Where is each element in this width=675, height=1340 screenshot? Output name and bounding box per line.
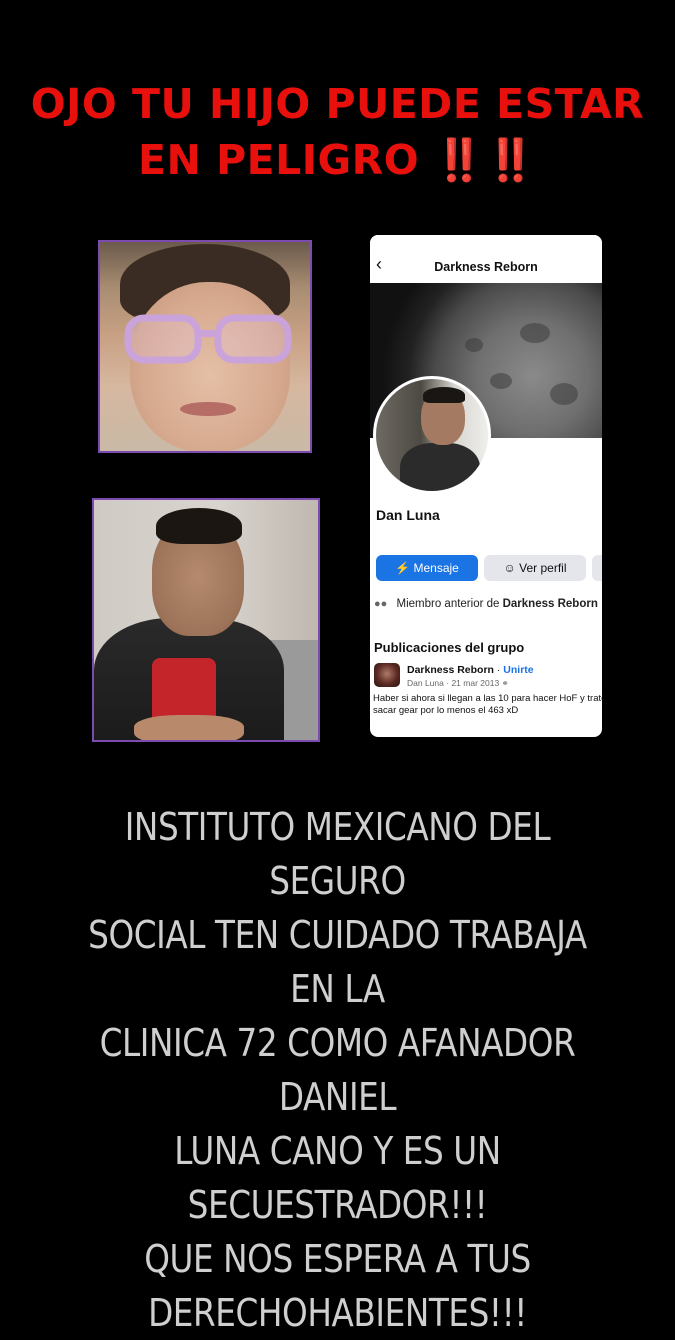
post-text: Haber si ahora si llegan a las 10 para h…: [373, 693, 602, 716]
group-avatar[interactable]: [374, 663, 400, 687]
member-info: ●● Miembro anterior de Darkness Reborn: [374, 598, 598, 610]
post-meta: Dan Luna · 21 mar 2013 ⚭: [407, 678, 509, 688]
warning-line: DERECHOHABIENTES!!!: [148, 1291, 527, 1335]
warning-line: CLINICA 72 COMO AFANADOR DANIEL: [99, 1021, 576, 1119]
message-button-label: Mensaje: [413, 561, 459, 575]
globe-icon: ⚭: [501, 678, 509, 688]
headline-line-2: EN PELIGRO ‼️‼️: [138, 136, 537, 184]
child-photo: [98, 240, 312, 453]
profile-icon: ☺: [503, 561, 516, 575]
member-group-name[interactable]: Darkness Reborn: [503, 598, 598, 610]
fb-header-bar: [370, 235, 602, 283]
glasses-shape: [124, 314, 292, 364]
profile-name: Dan Luna: [376, 507, 440, 523]
post-author[interactable]: Dan Luna: [407, 678, 444, 688]
member-label: Miembro anterior de: [396, 598, 500, 610]
more-button[interactable]: [592, 555, 602, 581]
warning-line: QUE NOS ESPERA A TUS: [144, 1237, 531, 1281]
join-link[interactable]: Unirte: [503, 664, 533, 676]
headline-line-1: OJO TU HIJO PUEDE ESTAR: [30, 80, 645, 128]
post-group-line: Darkness Reborn · Unirte: [407, 664, 534, 676]
warning-line: LUNA CANO Y ES UN SECUESTRADOR!!!: [174, 1129, 501, 1227]
warning-text: INSTITUTO MEXICANO DEL SEGURO SOCIAL TEN…: [64, 800, 610, 1340]
group-posts-title: Publicaciones del grupo: [374, 640, 525, 655]
warning-line: INSTITUTO MEXICANO DEL SEGURO: [124, 805, 551, 903]
group-icon: ●●: [374, 598, 388, 610]
man-photo: [92, 498, 320, 742]
warning-line: SOCIAL TEN CUIDADO TRABAJA EN LA: [88, 913, 587, 1011]
post-group-name[interactable]: Darkness Reborn: [407, 664, 494, 676]
facebook-profile-screenshot: ‹ Darkness Reborn Dan Luna ⚡ Mensaje ☺ V…: [370, 235, 602, 737]
view-profile-label: Ver perfil: [519, 561, 567, 575]
view-profile-button[interactable]: ☺ Ver perfil: [484, 555, 586, 581]
post-date: 21 mar 2013: [451, 678, 500, 688]
messenger-icon: ⚡: [395, 561, 411, 575]
message-button[interactable]: ⚡ Mensaje: [376, 555, 478, 581]
story-page: { "headline": { "line1": "OJO TU HIJO PU…: [0, 0, 675, 1335]
profile-avatar[interactable]: [373, 376, 491, 494]
fb-header-title: Darkness Reborn: [434, 260, 538, 274]
